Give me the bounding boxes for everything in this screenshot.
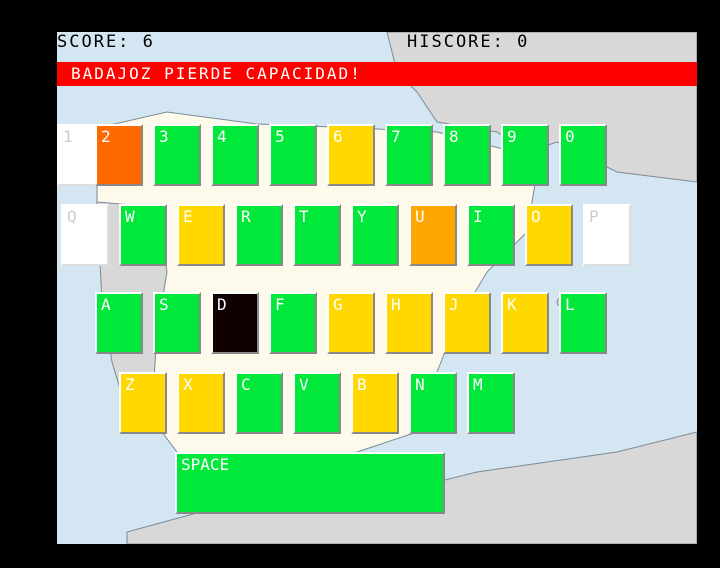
- key-space[interactable]: SPACE: [175, 452, 445, 514]
- key-2[interactable]: 2: [95, 124, 143, 186]
- key-9[interactable]: 9: [501, 124, 549, 186]
- key-0[interactable]: 0: [559, 124, 607, 186]
- key-g[interactable]: G: [327, 292, 375, 354]
- key-7[interactable]: 7: [385, 124, 433, 186]
- key-f[interactable]: F: [269, 292, 317, 354]
- key-5[interactable]: 5: [269, 124, 317, 186]
- key-h[interactable]: H: [385, 292, 433, 354]
- key-p[interactable]: P: [583, 204, 631, 266]
- key-c[interactable]: C: [235, 372, 283, 434]
- key-6[interactable]: 6: [327, 124, 375, 186]
- key-d[interactable]: D: [211, 292, 259, 354]
- key-a[interactable]: A: [95, 292, 143, 354]
- key-l[interactable]: L: [559, 292, 607, 354]
- key-t[interactable]: T: [293, 204, 341, 266]
- key-o[interactable]: O: [525, 204, 573, 266]
- key-w[interactable]: W: [119, 204, 167, 266]
- key-y[interactable]: Y: [351, 204, 399, 266]
- key-r[interactable]: R: [235, 204, 283, 266]
- key-n[interactable]: N: [409, 372, 457, 434]
- event-banner: Badajoz pierde capacidad!: [57, 62, 697, 86]
- game-screen: SCORE: 6 HISCORE: 0 Badajoz pierde capac…: [57, 32, 697, 544]
- key-b[interactable]: B: [351, 372, 399, 434]
- key-u[interactable]: U: [409, 204, 457, 266]
- key-3[interactable]: 3: [153, 124, 201, 186]
- key-i[interactable]: I: [467, 204, 515, 266]
- key-k[interactable]: K: [501, 292, 549, 354]
- key-v[interactable]: V: [293, 372, 341, 434]
- key-z[interactable]: Z: [119, 372, 167, 434]
- key-8[interactable]: 8: [443, 124, 491, 186]
- key-q[interactable]: Q: [61, 204, 109, 266]
- key-4[interactable]: 4: [211, 124, 259, 186]
- key-e[interactable]: E: [177, 204, 225, 266]
- key-s[interactable]: S: [153, 292, 201, 354]
- key-j[interactable]: J: [443, 292, 491, 354]
- key-m[interactable]: M: [467, 372, 515, 434]
- key-x[interactable]: X: [177, 372, 225, 434]
- hiscore-display: HISCORE: 0: [407, 32, 530, 52]
- score-display: SCORE: 6: [57, 32, 155, 52]
